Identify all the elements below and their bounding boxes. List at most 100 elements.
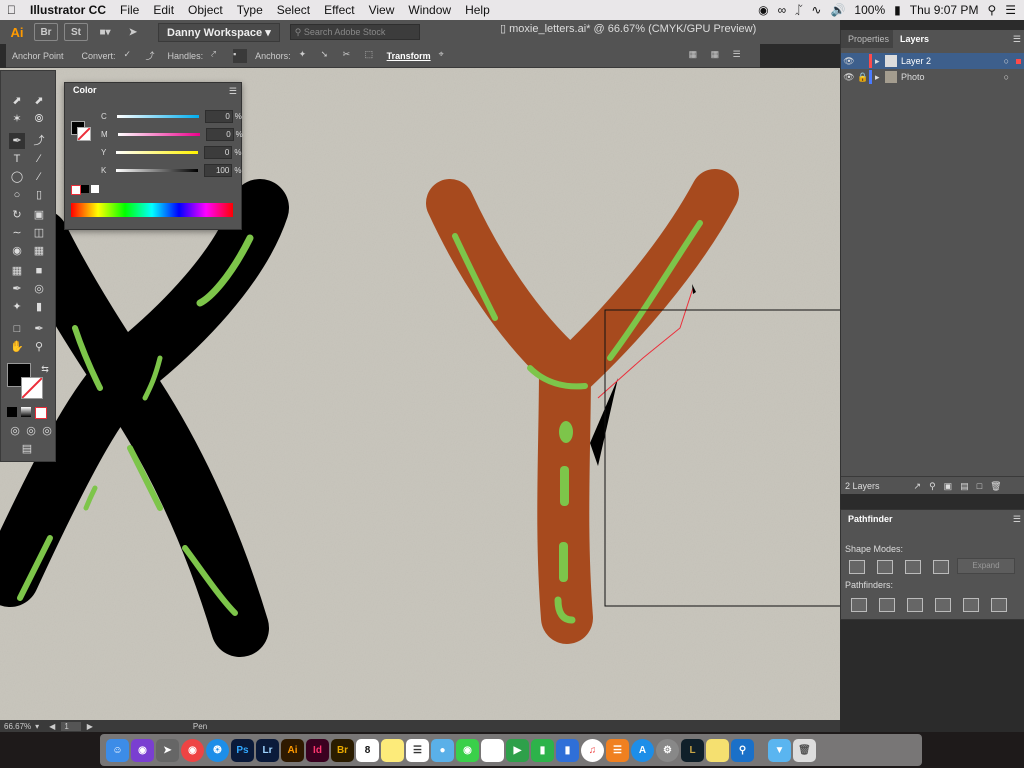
minus-front-icon[interactable] — [877, 560, 893, 574]
stroke-swatch[interactable] — [21, 377, 43, 399]
curvature-tool-icon[interactable]: ⤴ — [31, 133, 47, 149]
color-stroke-swatch[interactable] — [77, 127, 91, 141]
rotate-tool-icon[interactable]: ↻ — [9, 207, 25, 223]
black-value[interactable]: 100 — [204, 163, 233, 177]
transform-link[interactable]: Transform — [387, 51, 431, 61]
zoom-level[interactable]: 66.67% — [4, 722, 31, 731]
none-swatch[interactable] — [71, 185, 81, 195]
align-icon[interactable]: ▦ — [689, 49, 703, 63]
app-store-icon[interactable]: A — [631, 738, 654, 762]
panel-menu-icon[interactable]: ☰ — [229, 86, 237, 97]
spotlight-icon[interactable]: ⚲ — [987, 3, 996, 17]
artboard-number[interactable]: 1 — [61, 721, 81, 731]
downloads-folder-icon[interactable]: ▼ — [768, 738, 791, 762]
hide-handles-icon[interactable]: ▪ — [233, 48, 248, 63]
lock-icon[interactable]: 🔒 — [857, 72, 869, 83]
perspective-grid-tool-icon[interactable]: ▦ — [31, 243, 47, 259]
chrome-icon[interactable]: ◉ — [181, 738, 204, 762]
menu-effect[interactable]: Effect — [317, 3, 361, 17]
remove-anchor-icon[interactable]: ✦ — [299, 49, 313, 63]
layers-menu-icon[interactable]: ☰ — [1013, 34, 1021, 45]
illustrator-icon[interactable]: Ai — [281, 738, 304, 762]
menu-object[interactable]: Object — [181, 3, 230, 17]
launchpad-icon[interactable]: ➤ — [156, 738, 179, 762]
menu-edit[interactable]: Edit — [146, 3, 181, 17]
creative-cloud-icon[interactable]: ∞ — [778, 3, 787, 17]
bridge-button[interactable]: Br — [34, 23, 58, 41]
trim-icon[interactable] — [879, 598, 895, 612]
menu-select[interactable]: Select — [270, 3, 317, 17]
black-slider[interactable] — [116, 168, 199, 172]
white-swatch[interactable] — [91, 185, 99, 193]
target-circle-icon[interactable]: ○ — [1004, 72, 1009, 82]
direct-selection-tool-icon[interactable]: ⬈ — [31, 93, 47, 109]
convert-smooth-icon[interactable]: ⤴ — [146, 49, 160, 63]
prev-artboard-icon[interactable]: ◀ — [49, 722, 55, 731]
reminders-icon[interactable]: ☰ — [406, 738, 429, 762]
apple-icon[interactable]:  — [0, 3, 23, 17]
width-tool-icon[interactable]: ∼ — [9, 225, 25, 241]
indesign-icon[interactable]: Id — [306, 738, 329, 762]
zoom-tool-icon[interactable]: ⚲ — [31, 339, 47, 355]
messages-icon[interactable]: ◉ — [456, 738, 479, 762]
isolate-icon[interactable]: ⬚ — [365, 49, 379, 63]
shaper-tool-icon[interactable]: ○ — [9, 187, 25, 203]
itunes-icon[interactable]: ♫ — [581, 738, 604, 762]
line-tool-icon[interactable]: ∕ — [31, 151, 47, 167]
photoshop-icon[interactable]: Ps — [231, 738, 254, 762]
gradient-tool-icon[interactable]: ■ — [31, 263, 47, 279]
siri-icon[interactable]: ◉ — [131, 738, 154, 762]
distribute-icon[interactable]: ▦ — [711, 49, 725, 63]
column-graph-tool-icon[interactable]: ▮ — [31, 299, 47, 315]
intersect-icon[interactable] — [905, 560, 921, 574]
battery-icon[interactable]: ▮ — [894, 3, 901, 17]
merge-icon[interactable] — [907, 598, 923, 612]
notes-icon[interactable] — [381, 738, 404, 762]
photos-app-icon[interactable]: ● — [431, 738, 454, 762]
draw-inside-icon[interactable]: ◎ — [39, 423, 55, 439]
unite-icon[interactable] — [849, 560, 865, 574]
eyedropper-tool-icon[interactable]: ✒ — [9, 281, 25, 297]
menu-window[interactable]: Window — [401, 3, 458, 17]
artboard-tool-icon[interactable]: □ — [9, 321, 25, 337]
notification-center-icon[interactable]: ☰ — [1005, 3, 1016, 17]
numbers-icon[interactable]: ▮ — [531, 738, 554, 762]
photos-icon[interactable]: ✿ — [481, 738, 504, 762]
outline-icon[interactable] — [963, 598, 979, 612]
yellow-slider[interactable] — [116, 150, 199, 154]
cut-path-icon[interactable]: ✂ — [343, 49, 357, 63]
cyan-value[interactable]: 0 — [204, 109, 233, 123]
exclude-icon[interactable] — [933, 560, 949, 574]
export-icon[interactable]: ↗ — [914, 481, 922, 492]
bridge-icon[interactable]: Br — [331, 738, 354, 762]
expand-chevron-icon[interactable]: ▸ — [875, 72, 885, 83]
trash-icon[interactable]: 🗑 — [793, 738, 816, 762]
facetime-icon[interactable]: ▶ — [506, 738, 529, 762]
visibility-eye-icon[interactable]: 👁 — [841, 72, 857, 83]
record-icon[interactable]: ◉ — [758, 3, 768, 17]
preview-icon[interactable]: ⚲ — [731, 738, 754, 762]
layer-name[interactable]: Photo — [901, 72, 925, 82]
visibility-eye-icon[interactable]: 👁 — [841, 56, 857, 67]
mesh-tool-icon[interactable]: ▦ — [9, 263, 25, 279]
scale-tool-icon[interactable]: ▣ — [31, 207, 47, 223]
delete-layer-icon[interactable]: 🗑 — [990, 481, 1001, 492]
color-spectrum[interactable] — [71, 203, 233, 217]
paintbrush-tool-icon[interactable]: ∕ — [31, 169, 47, 185]
pen-tool-icon[interactable]: ✒ — [9, 133, 25, 149]
swap-fill-stroke-icon[interactable]: ⇆ — [37, 361, 53, 377]
stickies-icon[interactable] — [706, 738, 729, 762]
menu-file[interactable]: File — [113, 3, 146, 17]
magenta-slider[interactable] — [117, 132, 200, 136]
tab-properties[interactable]: Properties — [841, 30, 897, 48]
black-swatch[interactable] — [81, 185, 89, 193]
color-panel-tab[interactable]: Color — [65, 83, 105, 103]
system-preferences-icon[interactable]: ⚙ — [656, 738, 679, 762]
pathfinder-menu-icon[interactable]: ☰ — [1013, 514, 1021, 525]
layer-row-photo[interactable]: 👁 🔒 ▸ Photo ○ — [841, 69, 1024, 85]
calendar-icon[interactable]: 8 — [356, 738, 379, 762]
layer-name[interactable]: Layer 2 — [901, 56, 931, 66]
locate-object-icon[interactable]: ⚲ — [929, 481, 936, 492]
connect-anchor-icon[interactable]: ➘ — [321, 49, 335, 63]
color-mode-icon[interactable] — [7, 407, 17, 417]
